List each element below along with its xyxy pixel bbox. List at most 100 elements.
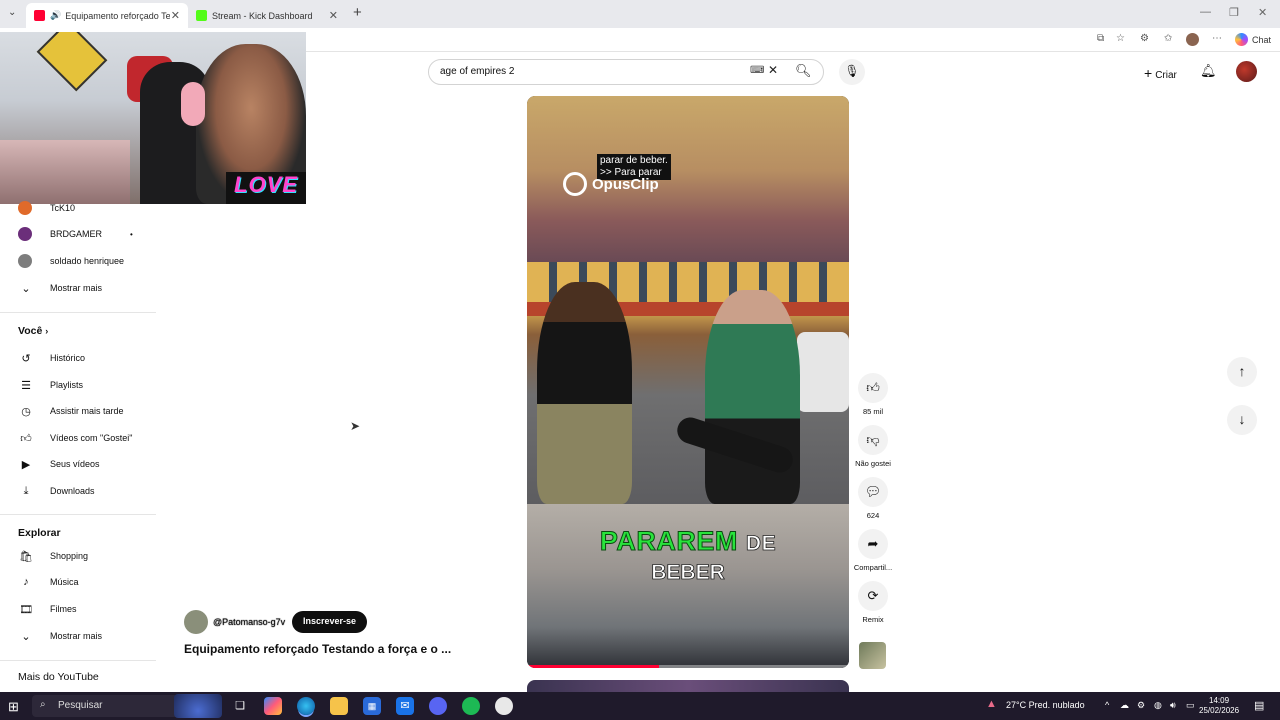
tab-title: Equipamento reforçado Testa [65,10,171,21]
music-note-icon: ♪ [23,576,29,588]
history-icon: ↺ [21,352,31,365]
video-progress-bar[interactable] [527,665,849,668]
channel-handle[interactable]: @Patomanso-g7v [213,617,285,627]
tab-youtube[interactable]: 🔊 Equipamento reforçado Testa ✕ [26,3,188,28]
sidebar-item-shopping[interactable]: 🛍︎ Shopping [18,546,158,566]
search-icon: ⌕ [40,699,46,710]
close-tab-icon[interactable]: ✕ [329,9,338,22]
microsoft-store-icon[interactable]: ▦ [363,697,381,715]
video-title[interactable]: Equipamento reforçado Testando a força e… [184,642,451,656]
next-short-preview[interactable] [527,680,849,692]
create-button[interactable]: + Criar [1134,60,1187,84]
kick-favicon-icon [196,10,207,21]
previous-short-up-arrow-icon[interactable]: ↑ [1227,357,1257,387]
divider [0,312,156,313]
keyboard-icon[interactable]: ⌨ [750,65,764,76]
battery-icon[interactable]: ▭ [1186,700,1195,711]
remix-label: Remix [862,615,884,624]
windows-start-icon[interactable]: ⊞ [8,699,19,715]
cloud-icon[interactable]: ☁ [1120,700,1129,711]
sidebar-item-liked-videos[interactable]: 👍︎ Vídeos com "Gostei" [18,428,158,448]
shorts-video-player[interactable]: parar de beber. >> Para parar OpusClip P… [527,96,849,668]
speaker-icon[interactable]: 🔊 [50,10,61,21]
favorites-icon[interactable]: ✩ [1164,33,1172,44]
profile-avatar[interactable] [1186,33,1199,46]
channel-avatar[interactable] [184,610,208,634]
warning-sign [36,32,108,92]
copilot-icon[interactable] [1235,33,1248,46]
subscribe-button[interactable]: Inscrever-se [292,611,368,633]
close-tab-icon[interactable]: ✕ [171,9,180,22]
sidebar-item-label: Filmes [50,604,77,614]
mail-icon[interactable]: ✉ [396,697,414,715]
show-more-label: Mostrar mais [50,631,103,641]
account-avatar[interactable] [1236,61,1257,82]
next-short-down-arrow-icon[interactable]: ↓ [1227,405,1257,435]
volume-icon[interactable]: 🔊︎ [1170,700,1176,711]
share-action[interactable]: ➦ Compartil... [852,529,894,572]
tab-title: Stream - Kick Dashboard [212,10,313,21]
discord-icon[interactable] [429,697,447,715]
sidebar-item-downloads[interactable]: ⤓ Downloads [18,481,158,501]
minimize-icon[interactable]: — [1200,6,1211,18]
close-window-icon[interactable]: ✕ [1258,6,1267,19]
channel-name: TcK10 [50,203,76,213]
comment-icon[interactable]: 💬︎ [858,477,888,507]
sound-thumbnail[interactable] [859,642,886,669]
search-icon[interactable]: 🔍︎ [795,63,812,79]
dislike-icon[interactable]: 👎︎ [858,425,888,455]
sidebar-item-history[interactable]: ↺ Histórico [18,348,158,368]
person-left [537,282,632,504]
new-tab-button[interactable]: + [353,4,362,21]
copilot-app-icon[interactable] [264,697,282,715]
obs-icon[interactable] [495,697,513,715]
remix-action[interactable]: ⟳ Remix [852,581,894,624]
sidebar-item-movies[interactable]: 🎞︎ Filmes [18,599,158,619]
app-available-icon[interactable]: ⧉ [1097,33,1104,44]
more-menu-icon[interactable]: ⋯ [1212,33,1222,44]
sidebar-item-watch-later[interactable]: ◷ Assistir mais tarde [18,401,158,421]
notifications-bell-icon[interactable]: 🔔︎ [1200,63,1217,79]
sidebar-item-music[interactable]: ♪ Música [18,572,158,592]
remix-icon[interactable]: ⟳ [858,581,888,611]
favorite-star-icon[interactable]: ☆ [1116,33,1125,44]
you-section-heading[interactable]: Você › [18,325,48,337]
edge-browser-icon[interactable] [297,697,315,715]
film-icon: 🎞︎ [19,603,33,616]
weather-widget[interactable]: 27°C Pred. nublado [1006,700,1085,710]
like-icon[interactable]: 👍︎ [858,373,888,403]
tray-app-icon[interactable]: ⚙ [1137,700,1145,711]
channel-avatar [18,227,32,241]
show-more-explore[interactable]: ⌄ Mostrar mais [18,626,158,646]
sidebar-item-your-videos[interactable]: ▶ Seus vídeos [18,454,158,474]
sidebar-channel-brdgamer[interactable]: BRDGAMER • [18,224,158,244]
notifications-icon[interactable]: ▤ [1254,699,1264,712]
spotify-icon[interactable] [462,697,480,715]
like-action[interactable]: 👍︎ 85 mil [852,373,894,416]
extensions-icon[interactable]: ⚙ [1140,33,1149,44]
comments-action[interactable]: 💬︎ 624 [852,477,894,520]
show-more-subscriptions[interactable]: ⌄ Mostrar mais [18,278,158,298]
clear-search-icon[interactable]: ✕ [768,63,778,77]
bed [0,140,130,204]
chat-label[interactable]: Chat [1252,35,1271,45]
file-explorer-icon[interactable] [330,697,348,715]
sidebar-channel-soldado[interactable]: soldado henriquee [18,251,158,271]
search-input[interactable]: age of empires 2 [428,59,824,85]
microphone-icon[interactable]: 🎙︎ [839,59,865,85]
share-icon[interactable]: ➦ [858,529,888,559]
tab-list-chevron-icon[interactable]: ⌄ [8,7,16,18]
task-view-icon[interactable]: ❏ [231,697,249,715]
channel-avatar [18,254,32,268]
video-icon: ▶ [21,458,31,471]
system-clock[interactable]: 14:09 25/02/2026 [1199,696,1239,716]
sidebar-item-playlists[interactable]: ☰ Playlists [18,375,158,395]
clock-icon: ◷ [21,405,31,418]
tab-kick[interactable]: Stream - Kick Dashboard ✕ [188,3,346,28]
dislike-action[interactable]: 👎︎ Não gostei [852,425,894,468]
network-icon[interactable]: ◍ [1154,700,1162,711]
show-hidden-icons-chevron-icon[interactable]: ^ [1105,700,1109,710]
caption-line-2: BEBER [651,561,725,585]
sidebar-channel-tck10[interactable]: TcK10 [18,198,158,218]
maximize-icon[interactable]: ❐ [1229,6,1239,19]
